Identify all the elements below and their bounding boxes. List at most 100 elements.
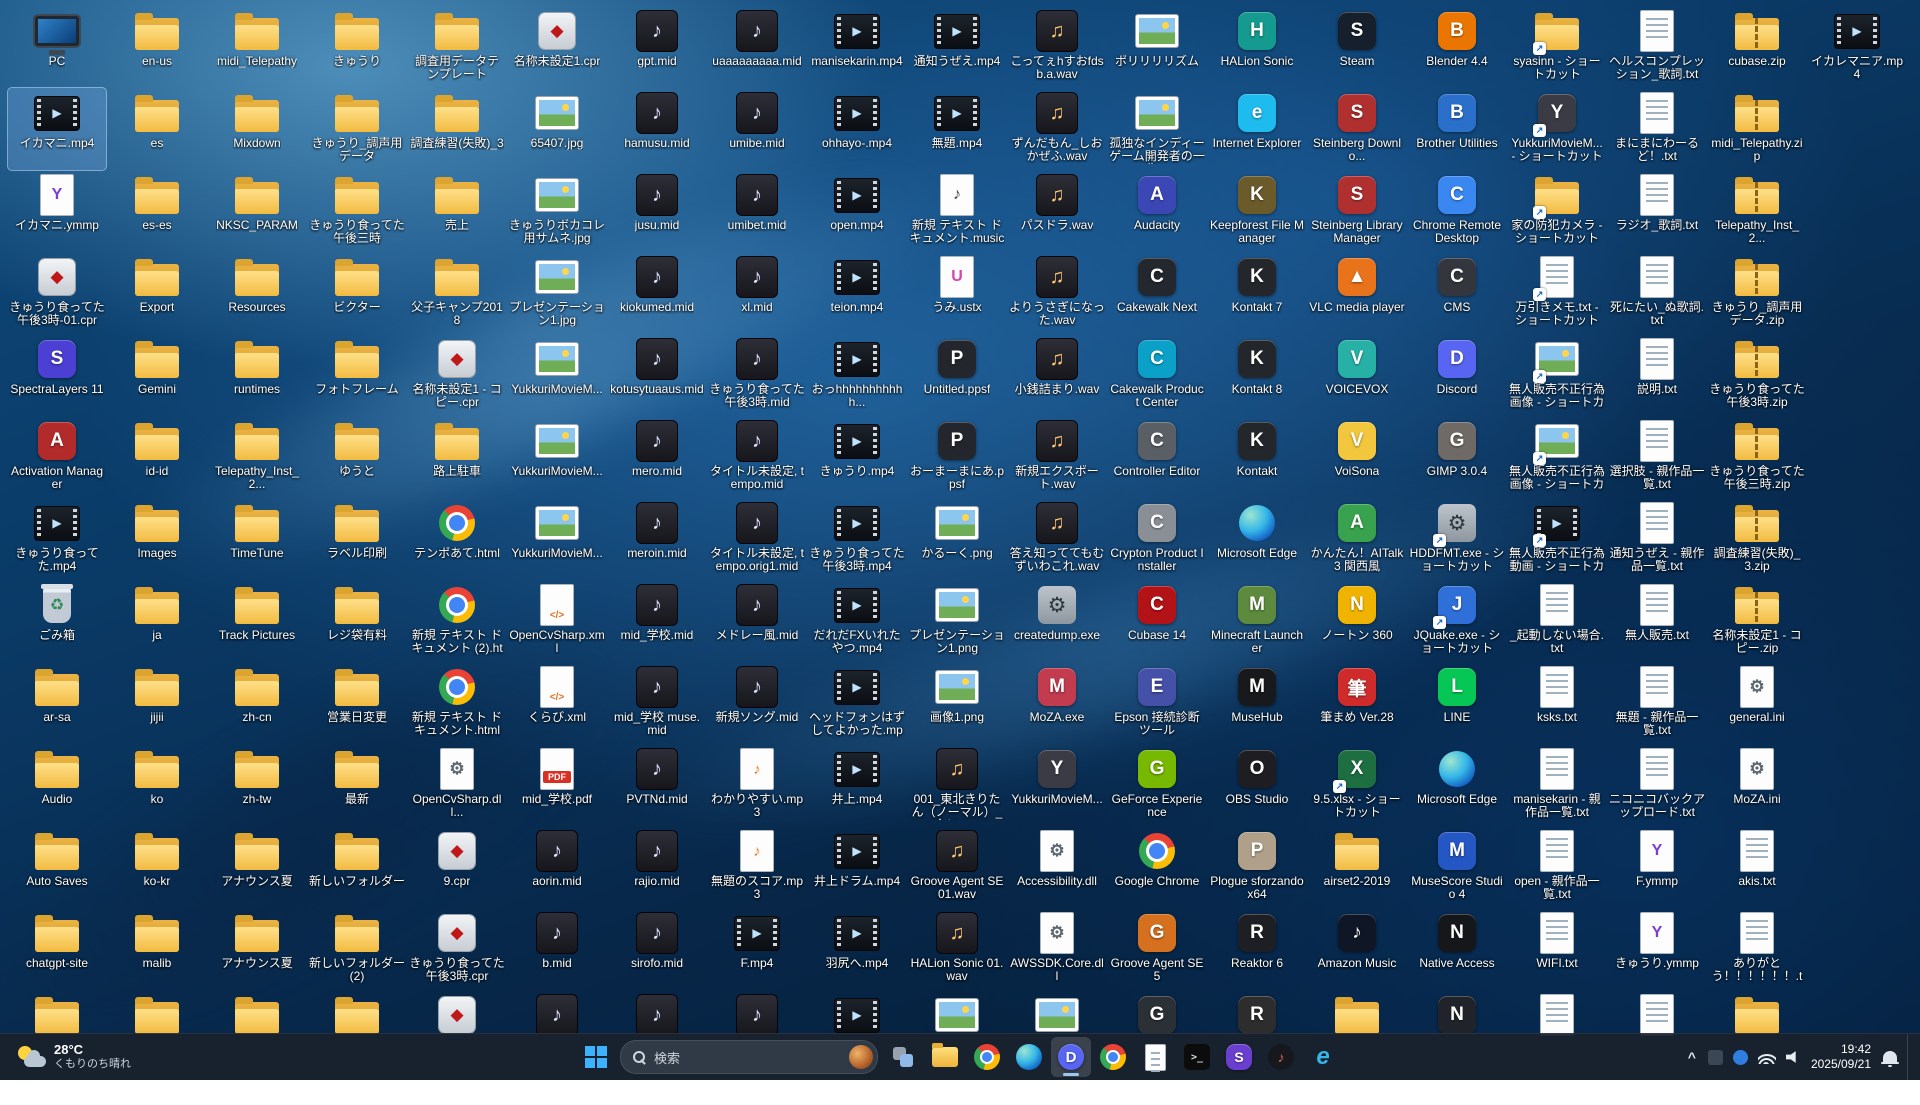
desktop-icon[interactable]: YukkuriMovieM... bbox=[508, 498, 606, 580]
desktop-icon[interactable]: TimeTune bbox=[208, 498, 306, 580]
desktop-icon[interactable]: GGroove Agent SE 5 bbox=[1108, 908, 1206, 990]
desktop-icon[interactable]: ♪タイトル未設定, tempo.mid bbox=[708, 416, 806, 498]
desktop-icon[interactable]: ▶おっhhhhhhhhhhh... bbox=[808, 334, 906, 416]
desktop-icon[interactable]: KKontakt 8 bbox=[1208, 334, 1306, 416]
desktop-icon[interactable]: ♪Amazon Music bbox=[1308, 908, 1406, 990]
desktop-icon[interactable]: cubase.zip bbox=[1708, 6, 1806, 88]
desktop-icon[interactable]: 新規 テキスト ドキュメント (2).html bbox=[408, 580, 506, 662]
desktop-icon[interactable]: AWSSDK.Core.dll bbox=[1008, 908, 1106, 990]
desktop-icon[interactable]: Resources bbox=[208, 252, 306, 334]
taskbar-app-edge[interactable] bbox=[1009, 1037, 1049, 1077]
desktop-icon[interactable]: ▶manisekarin.mp4 bbox=[808, 6, 906, 88]
desktop-icon[interactable]: YukkuriMovieM... bbox=[508, 334, 606, 416]
desktop-icon[interactable]: ♫001_東北きりたん（ノーマル）_今じゃ... bbox=[908, 744, 1006, 826]
desktop-icon[interactable]: ♪mero.mid bbox=[608, 416, 706, 498]
desktop-icon[interactable]: LLINE bbox=[1408, 662, 1506, 744]
desktop-icon[interactable]: 死にたい_ぬ歌詞.txt bbox=[1608, 252, 1706, 334]
desktop-icon[interactable]: Microsoft Edge bbox=[1208, 498, 1306, 580]
desktop-icon[interactable]: ko-kr bbox=[108, 826, 206, 908]
taskbar-app-steinberg-app[interactable]: S bbox=[1219, 1037, 1259, 1077]
desktop-icon[interactable]: Aかんたん！AITalk 3 関西風 bbox=[1308, 498, 1406, 580]
desktop-icon[interactable]: ↗無人販売不正行為画像 - ショートカット bbox=[1508, 416, 1606, 498]
desktop-icon[interactable]: Nノートン 360 bbox=[1308, 580, 1406, 662]
desktop-icon[interactable]: ♪PVTNd.mid bbox=[608, 744, 706, 826]
desktop-icon[interactable]: 父子キャンプ2018 bbox=[408, 252, 506, 334]
desktop-icon[interactable]: CController Editor bbox=[1108, 416, 1206, 498]
desktop-icon[interactable]: VVOICEVOX bbox=[1308, 334, 1406, 416]
desktop-icon[interactable]: airset2-2019 bbox=[1308, 826, 1406, 908]
desktop-icon[interactable]: KKontakt bbox=[1208, 416, 1306, 498]
desktop-icon[interactable]: ♪mid_学校 muse.mid bbox=[608, 662, 706, 744]
desktop-icon[interactable]: 名称未設定1 - コピー.zip bbox=[1708, 580, 1806, 662]
desktop-icon[interactable]: ▶きゅうり.mp4 bbox=[808, 416, 906, 498]
desktop-icon[interactable]: ♪jusu.mid bbox=[608, 170, 706, 252]
desktop-icon[interactable]: ↗syasinn - ショートカット bbox=[1508, 6, 1606, 88]
desktop-icon[interactable]: プレゼンテーション1.png bbox=[908, 580, 1006, 662]
desktop-icon[interactable]: PUntitled.ppsf bbox=[908, 334, 1006, 416]
desktop-icon[interactable]: ラジオ_歌詞.txt bbox=[1608, 170, 1706, 252]
desktop-icon[interactable]: 孤独なインディーゲーム開発者の一生... bbox=[1108, 88, 1206, 170]
desktop-icon[interactable]: ▶open.mp4 bbox=[808, 170, 906, 252]
desktop-icon[interactable]: ▶無題.mp4 bbox=[908, 88, 1006, 170]
desktop-icon[interactable]: きゅうりボカコレ用サムネ.jpg bbox=[508, 170, 606, 252]
tray-app-icon-blue[interactable] bbox=[1733, 1050, 1748, 1065]
desktop-icon[interactable]: ▶井上ドラム.mp4 bbox=[808, 826, 906, 908]
desktop-icon[interactable]: 筆筆まめ Ver.28 bbox=[1308, 662, 1406, 744]
desktop-icon[interactable]: Y↗YukkuriMovieM... - ショートカット bbox=[1508, 88, 1606, 170]
desktop-icon[interactable]: chatgpt-site bbox=[8, 908, 106, 990]
desktop-icon[interactable]: ▶↗無人販売不正行為動画 - ショートカット bbox=[1508, 498, 1606, 580]
desktop-icon[interactable]: PC bbox=[8, 6, 106, 88]
desktop-icon[interactable]: 新しいフォルダー bbox=[308, 826, 406, 908]
desktop-icon[interactable]: SSteinberg Library Manager bbox=[1308, 170, 1406, 252]
desktop-icon[interactable]: かるーく.png bbox=[908, 498, 1006, 580]
desktop-icon[interactable]: runtimes bbox=[208, 334, 306, 416]
desktop-icon[interactable]: id-id bbox=[108, 416, 206, 498]
desktop-icon[interactable]: BBlender 4.4 bbox=[1408, 6, 1506, 88]
desktop-icon[interactable]: es bbox=[108, 88, 206, 170]
desktop-icon[interactable]: ニコニコバックアップロード.txt bbox=[1608, 744, 1706, 826]
desktop-icon[interactable]: ♪gpt.mid bbox=[608, 6, 706, 88]
desktop-icon[interactable]: RReaktor 6 bbox=[1208, 908, 1306, 990]
show-desktop-button[interactable] bbox=[1907, 1034, 1912, 1080]
desktop-icon[interactable]: Mixdown bbox=[208, 88, 306, 170]
desktop-icon[interactable]: ▶通知うぜえ.mp4 bbox=[908, 6, 1006, 88]
desktop-icon[interactable]: ♪uaaaaaaaaa.mid bbox=[708, 6, 806, 88]
desktop-icon[interactable]: Accessibility.dll bbox=[1008, 826, 1106, 908]
desktop-icon[interactable]: HHALion Sonic bbox=[1208, 6, 1306, 88]
desktop-icon[interactable]: 営業日変更 bbox=[308, 662, 406, 744]
taskbar-app-internet-explorer[interactable]: e bbox=[1303, 1037, 1343, 1077]
desktop-icon[interactable]: OOBS Studio bbox=[1208, 744, 1306, 826]
desktop-icon[interactable]: 売上 bbox=[408, 170, 506, 252]
desktop-icon[interactable]: ⚙createdump.exe bbox=[1008, 580, 1106, 662]
taskbar-app-chrome[interactable] bbox=[967, 1037, 1007, 1077]
desktop-icon[interactable]: ♪mid_学校.mid bbox=[608, 580, 706, 662]
desktop-icon[interactable]: Yきゅうり.ymmp bbox=[1608, 908, 1706, 990]
taskbar-app-music-app[interactable]: ♪ bbox=[1261, 1037, 1301, 1077]
desktop-icon[interactable]: MoZA.ini bbox=[1708, 744, 1806, 826]
desktop-icon[interactable]: 説明.txt bbox=[1608, 334, 1706, 416]
desktop-icon[interactable]: アナウンス夏 bbox=[208, 826, 306, 908]
desktop-icon[interactable]: ♫HALion Sonic 01.wav bbox=[908, 908, 1006, 990]
desktop-icon[interactable]: manisekarin - 親作品一覧.txt bbox=[1508, 744, 1606, 826]
desktop-icon[interactable]: KKeepforest File Manager bbox=[1208, 170, 1306, 252]
taskbar-app-discord[interactable]: D bbox=[1051, 1037, 1091, 1077]
desktop-icon[interactable]: Auto Saves bbox=[8, 826, 106, 908]
desktop-icon[interactable]: まにまにわーるど！.txt bbox=[1608, 88, 1706, 170]
desktop-icon[interactable]: ヘルスコンプレッション_歌詞.txt bbox=[1608, 6, 1706, 88]
desktop-icon[interactable]: zh-cn bbox=[208, 662, 306, 744]
desktop-icon[interactable]: es-es bbox=[108, 170, 206, 252]
desktop-icon[interactable]: CCrypton Product Installer bbox=[1108, 498, 1206, 580]
desktop-icon[interactable]: Microsoft Edge bbox=[1408, 744, 1506, 826]
desktop-icon[interactable]: ♫小銭詰まり.wav bbox=[1008, 334, 1106, 416]
desktop-icon[interactable]: ▶ohhayo-.mp4 bbox=[808, 88, 906, 170]
desktop-icon[interactable]: MMinecraft Launcher bbox=[1208, 580, 1306, 662]
search-box[interactable]: 検索 bbox=[620, 1040, 878, 1074]
desktop-icon[interactable]: general.ini bbox=[1708, 662, 1806, 744]
desktop-icon[interactable]: YukkuriMovieM... bbox=[508, 416, 606, 498]
desktop-icon[interactable]: EEpson 接続診断ツール bbox=[1108, 662, 1206, 744]
desktop-icon[interactable]: Images bbox=[108, 498, 206, 580]
desktop-icon[interactable]: ♫パスドラ.wav bbox=[1008, 170, 1106, 252]
desktop-icon[interactable]: レジ袋有料 bbox=[308, 580, 406, 662]
desktop-icon[interactable]: ▶羽尻へ.mp4 bbox=[808, 908, 906, 990]
weather-widget[interactable]: 28°C くもりのち晴れ bbox=[6, 1034, 141, 1080]
